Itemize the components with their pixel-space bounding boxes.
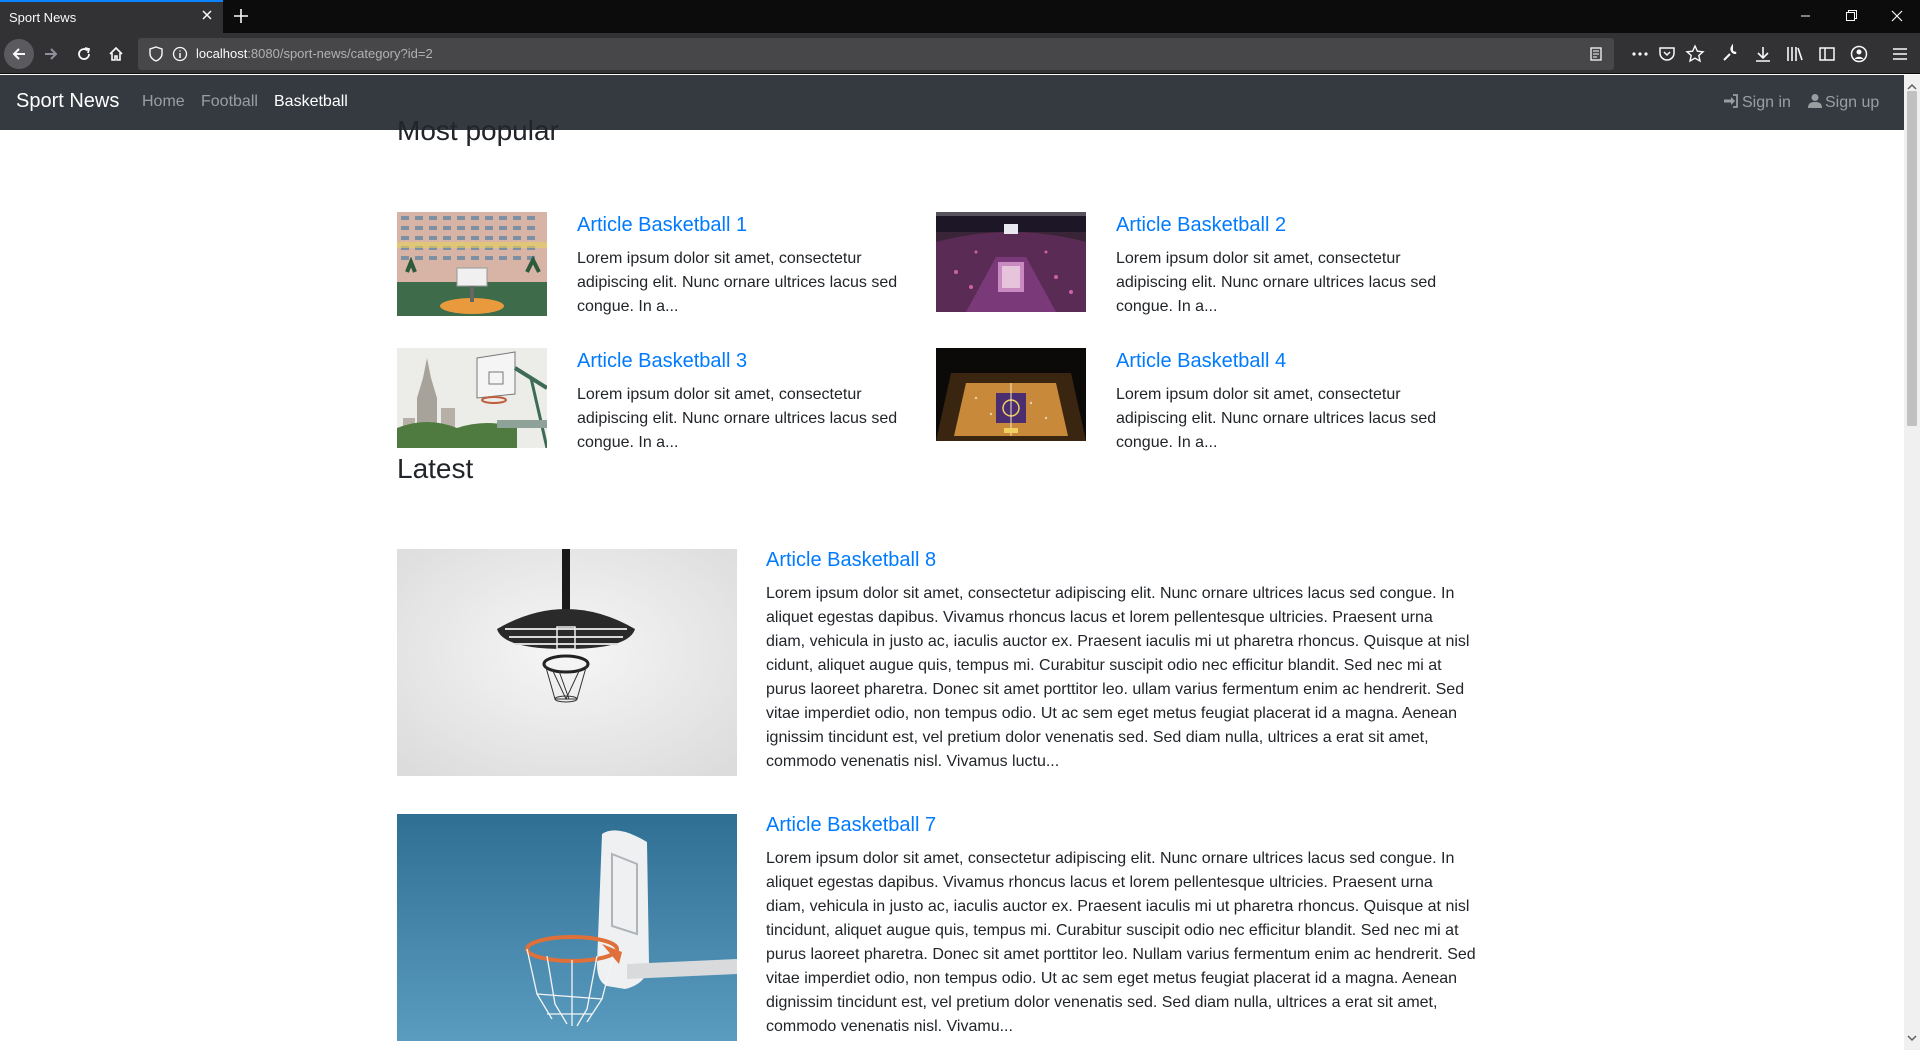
url-text: localhost:8080/sport-news/category?id=2 bbox=[196, 46, 433, 61]
sign-up-label: Sign up bbox=[1825, 94, 1880, 111]
sign-in-icon bbox=[1724, 94, 1738, 108]
nav-link-football[interactable]: Football bbox=[201, 93, 258, 111]
latest-heading: Latest bbox=[397, 453, 474, 484]
reload-icon[interactable] bbox=[69, 39, 99, 69]
nav-link-basketball[interactable]: Basketball bbox=[274, 93, 348, 111]
article-title-link[interactable]: Article Basketball 1 bbox=[577, 214, 747, 237]
article-thumbnail[interactable] bbox=[397, 348, 547, 448]
article-excerpt: Lorem ipsum dolor sit amet, consectetur … bbox=[766, 850, 1476, 1035]
popular-article-card: Article Basketball 1 Lorem ipsum dolor s… bbox=[397, 212, 937, 322]
site-info-icon[interactable] bbox=[172, 46, 188, 67]
sign-in-link[interactable]: Sign in bbox=[1723, 93, 1791, 112]
library-icon[interactable] bbox=[1785, 44, 1805, 64]
address-bar[interactable]: localhost:8080/sport-news/category?id=2 bbox=[138, 38, 1614, 70]
latest-article-image[interactable] bbox=[397, 549, 737, 776]
tracking-shield-icon[interactable] bbox=[148, 46, 164, 67]
site-navbar: Sport News Home Football Basketball Sign… bbox=[0, 75, 1904, 130]
article-title-link[interactable]: Article Basketball 2 bbox=[1116, 214, 1286, 237]
close-tab-icon[interactable] bbox=[199, 7, 215, 23]
browser-toolbar: localhost:8080/sport-news/category?id=2 bbox=[0, 33, 1920, 74]
pocket-icon[interactable] bbox=[1657, 44, 1677, 64]
bookmark-star-icon[interactable] bbox=[1685, 44, 1705, 64]
more-actions-icon[interactable] bbox=[1630, 44, 1650, 64]
hamburger-menu-icon[interactable] bbox=[1890, 44, 1910, 64]
url-path: :8080/sport-news/category?id=2 bbox=[247, 46, 433, 61]
popular-article-card: Article Basketball 2 Lorem ipsum dolor s… bbox=[936, 212, 1476, 322]
downloads-icon[interactable] bbox=[1753, 44, 1773, 64]
reader-view-icon[interactable] bbox=[1588, 46, 1604, 67]
user-icon bbox=[1808, 94, 1822, 108]
forward-icon[interactable] bbox=[36, 39, 66, 69]
scrollbar-thumb[interactable] bbox=[1907, 91, 1917, 426]
article-excerpt: Lorem ipsum dolor sit amet, consectetur … bbox=[577, 250, 898, 315]
minimize-window-icon[interactable] bbox=[1782, 0, 1828, 33]
article-title-link[interactable]: Article Basketball 3 bbox=[577, 350, 747, 373]
sign-up-link[interactable]: Sign up bbox=[1808, 93, 1879, 112]
article-title-link[interactable]: Article Basketball 4 bbox=[1116, 350, 1286, 373]
restore-window-icon[interactable] bbox=[1828, 0, 1874, 33]
most-popular-heading: Most popular bbox=[397, 115, 559, 146]
article-title-link[interactable]: Article Basketball 7 bbox=[766, 814, 936, 837]
nav-link-home[interactable]: Home bbox=[142, 93, 185, 111]
wrench-icon[interactable] bbox=[1720, 43, 1740, 64]
site-brand[interactable]: Sport News bbox=[16, 90, 119, 113]
url-host: localhost bbox=[196, 46, 248, 61]
popular-article-card: Article Basketball 4 Lorem ipsum dolor s… bbox=[936, 348, 1476, 458]
article-thumbnail[interactable] bbox=[936, 348, 1086, 441]
page-scrollbar[interactable] bbox=[1904, 75, 1920, 1050]
home-icon[interactable] bbox=[101, 39, 131, 69]
back-icon[interactable] bbox=[4, 39, 34, 69]
article-title-link[interactable]: Article Basketball 8 bbox=[766, 549, 936, 572]
sign-in-label: Sign in bbox=[1742, 94, 1791, 111]
article-thumbnail[interactable] bbox=[397, 212, 547, 316]
article-excerpt: Lorem ipsum dolor sit amet, consectetur … bbox=[577, 386, 898, 451]
scroll-down-arrow-icon[interactable] bbox=[1907, 1029, 1917, 1047]
article-excerpt: Lorem ipsum dolor sit amet, consectetur … bbox=[766, 585, 1470, 770]
tab-title: Sport News bbox=[9, 10, 77, 25]
article-thumbnail[interactable] bbox=[936, 212, 1086, 312]
latest-article-image[interactable] bbox=[397, 814, 737, 1041]
close-window-icon[interactable] bbox=[1874, 0, 1920, 33]
sidebar-toggle-icon[interactable] bbox=[1817, 44, 1837, 64]
account-icon[interactable] bbox=[1849, 44, 1869, 64]
article-excerpt: Lorem ipsum dolor sit amet, consectetur … bbox=[1116, 386, 1437, 451]
browser-tab-active[interactable]: Sport News bbox=[0, 0, 223, 33]
popular-article-card: Article Basketball 3 Lorem ipsum dolor s… bbox=[397, 348, 937, 458]
article-excerpt: Lorem ipsum dolor sit amet, consectetur … bbox=[1116, 250, 1437, 315]
browser-tab-strip: Sport News bbox=[0, 0, 1920, 33]
page-viewport: Sport News Home Football Basketball Sign… bbox=[0, 75, 1904, 1050]
new-tab-icon[interactable] bbox=[230, 5, 252, 27]
